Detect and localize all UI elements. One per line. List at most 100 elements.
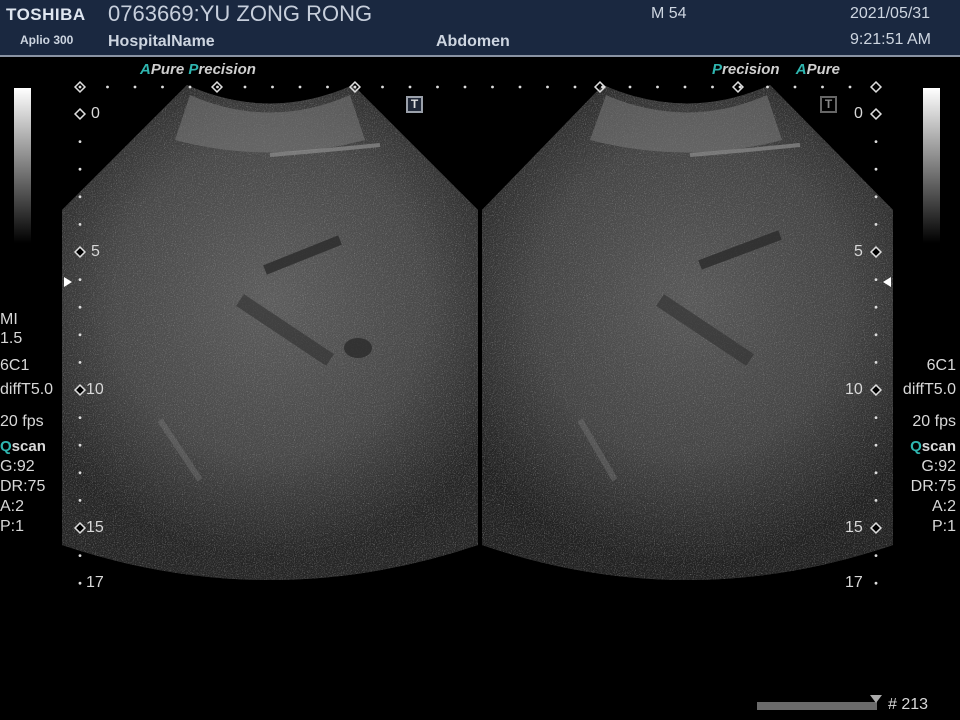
- depth-dot: [78, 361, 82, 364]
- scale-dot: [436, 85, 439, 89]
- scale-dot: [381, 85, 384, 89]
- frequency-right: diffT5.0: [902, 381, 956, 398]
- p-param-right: P:1: [931, 518, 956, 535]
- depth-diamond-marker: [869, 107, 883, 121]
- depth-label-right: 10: [845, 381, 863, 398]
- depth-dot: [78, 443, 82, 447]
- scale-dot: [683, 85, 687, 89]
- scale-dot: [133, 85, 137, 89]
- brand-logo: TOSHIBA: [6, 5, 86, 24]
- depth-dot: [874, 554, 878, 557]
- scale-dot: [298, 85, 302, 89]
- scale-dot: [793, 85, 797, 89]
- frame-number: # 213: [888, 696, 929, 713]
- scale-diamond-marker: [869, 80, 883, 94]
- grayscale-bar-right: [923, 88, 940, 243]
- depth-dot: [78, 305, 82, 309]
- depth-dot: [78, 333, 82, 337]
- depth-label-right: 17: [845, 574, 863, 591]
- depth-dot: [78, 581, 82, 585]
- scale-dot: [353, 85, 357, 89]
- exam-time: 9:21:51 AM: [850, 31, 931, 48]
- depth-dot: [874, 223, 878, 226]
- depth-dot: [78, 554, 82, 557]
- a-param-left: A:2: [0, 498, 25, 515]
- depth-dot: [78, 499, 82, 502]
- depth-label-left: 0: [91, 105, 100, 122]
- scale-dot: [848, 85, 852, 89]
- scale-dot: [656, 85, 659, 89]
- depth-dot: [874, 471, 878, 475]
- depth-dot: [78, 278, 82, 281]
- scale-dot: [766, 85, 769, 89]
- cine-scroll-thumb[interactable]: [870, 695, 882, 703]
- scale-dot: [161, 85, 164, 89]
- mode-status: M 54: [651, 5, 687, 22]
- depth-dot: [78, 195, 82, 199]
- depth-dot: [874, 195, 878, 199]
- scale-dot: [106, 85, 109, 89]
- depth-label-left: 15: [86, 519, 104, 536]
- scale-dot: [216, 85, 219, 89]
- scale-dot: [188, 85, 192, 89]
- apure-precision-label-left: APure Precision: [140, 61, 256, 78]
- depth-dot: [78, 416, 82, 419]
- apure-precision-label-right: Precision APure: [712, 61, 840, 78]
- depth-dot: [874, 499, 878, 502]
- scale-dot: [518, 85, 522, 89]
- exam-type: Abdomen: [436, 33, 510, 50]
- depth-label-right: 0: [854, 105, 863, 122]
- scale-dot: [408, 85, 412, 89]
- depth-dot: [78, 167, 82, 171]
- scale-dot: [711, 85, 714, 89]
- scale-dot: [463, 85, 467, 89]
- frame-rate-left: 20 fps: [0, 413, 44, 430]
- left-ultrasound-image: [62, 85, 478, 580]
- p-param-left: P:1: [0, 518, 25, 535]
- depth-label-left: 10: [86, 381, 104, 398]
- active-view-t-icon[interactable]: T: [406, 96, 423, 113]
- depth-dot: [874, 361, 878, 364]
- scale-dot: [573, 85, 577, 89]
- hospital-name: HospitalName: [108, 33, 215, 50]
- depth-dot: [78, 140, 82, 144]
- scale-dot: [78, 85, 82, 89]
- scale-diamond-marker: [731, 80, 745, 94]
- qscan-left: Qscan: [0, 438, 46, 455]
- exam-date: 2021/05/31: [850, 5, 931, 22]
- scale-dot: [628, 85, 632, 89]
- ultrasound-dual-view: [14, 80, 940, 585]
- depth-dot: [78, 223, 82, 226]
- scale-dot: [491, 85, 494, 89]
- right-ultrasound-image: [482, 85, 893, 580]
- patient-id-name: 0763669:YU ZONG RONG: [108, 1, 373, 26]
- inactive-view-t-icon[interactable]: T: [820, 96, 837, 113]
- mi-value: 1.5: [0, 330, 23, 347]
- frequency-left: diffT5.0: [0, 381, 54, 398]
- probe-left: 6C1: [0, 357, 30, 374]
- probe-right: 6C1: [926, 357, 956, 374]
- mi-label: MI: [0, 311, 18, 328]
- depth-dot: [874, 416, 878, 419]
- scale-dot: [546, 85, 549, 89]
- cine-scrollbar[interactable]: [757, 702, 877, 710]
- scale-dot: [271, 85, 274, 89]
- depth-dot: [874, 140, 878, 144]
- scale-dot: [821, 85, 824, 89]
- depth-dot: [874, 581, 878, 585]
- dynamic-range-right: DR:75: [910, 478, 956, 495]
- qscan-right: Qscan: [910, 438, 956, 455]
- frame-rate-right: 20 fps: [912, 413, 956, 430]
- depth-dot: [874, 278, 878, 281]
- gain-left: G:92: [0, 458, 35, 475]
- depth-dot: [874, 305, 878, 309]
- system-model: Aplio 300: [20, 33, 74, 47]
- depth-dot: [874, 333, 878, 337]
- depth-dot: [874, 167, 878, 171]
- scale-dot: [243, 85, 247, 89]
- scale-dot: [326, 85, 329, 89]
- depth-dot: [78, 471, 82, 475]
- depth-label-left: 17: [86, 574, 104, 591]
- depth-dot: [874, 443, 878, 447]
- gain-right: G:92: [921, 458, 956, 475]
